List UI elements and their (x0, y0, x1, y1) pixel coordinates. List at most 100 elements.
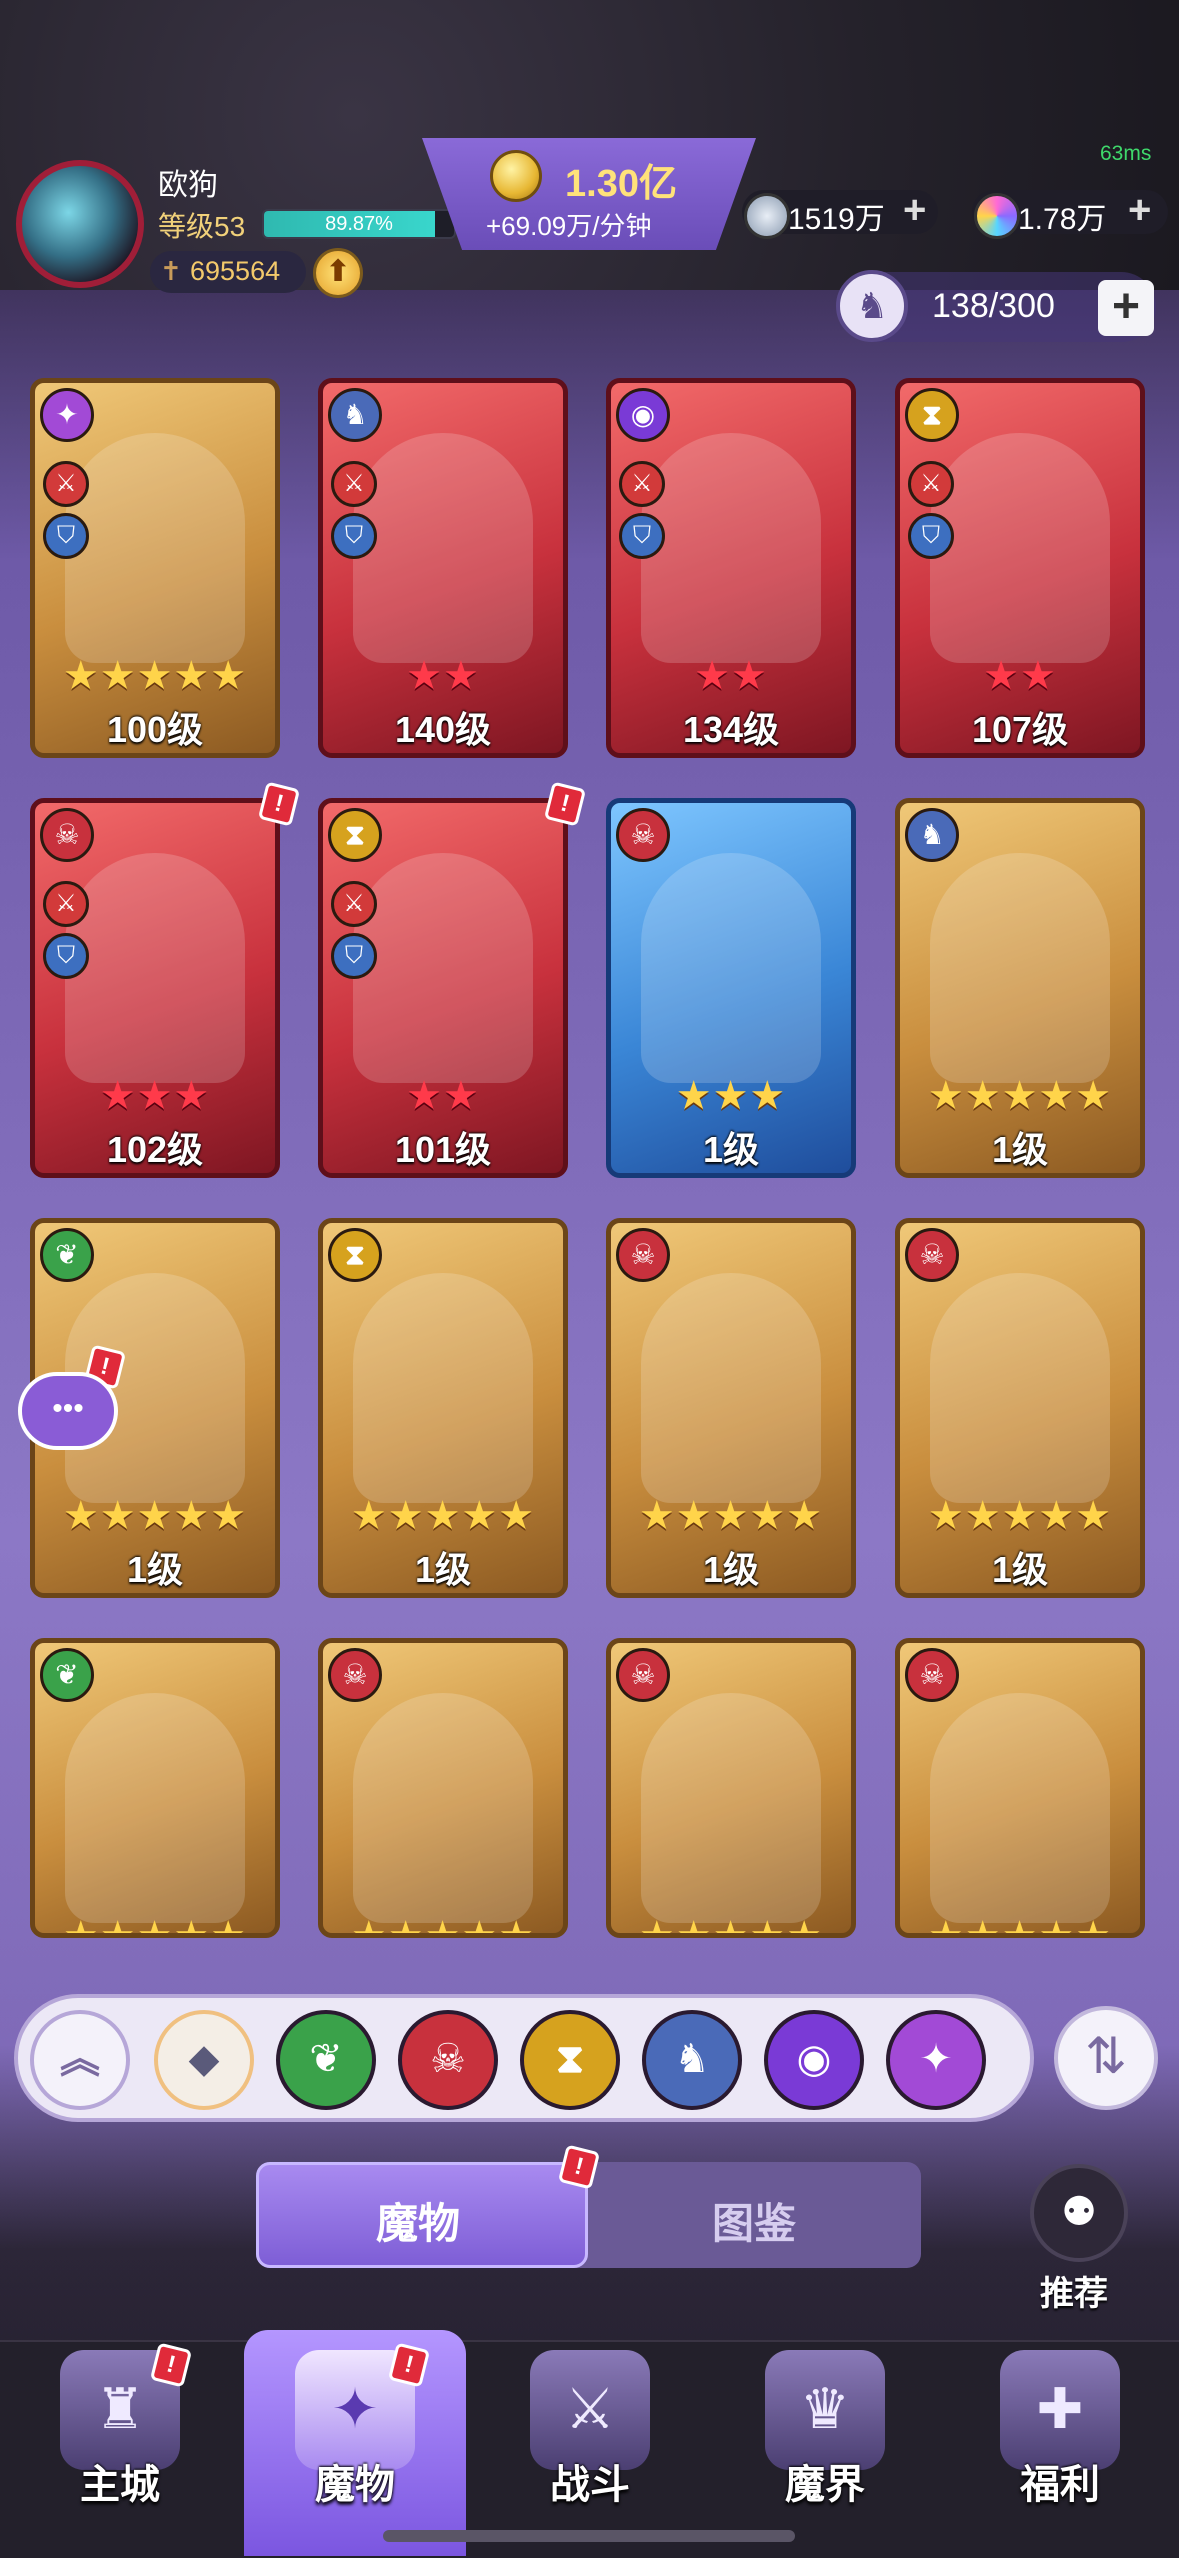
capacity-text: 138/300 (932, 287, 1055, 325)
player-avatar[interactable] (16, 160, 144, 288)
monster-level: 1级 (991, 1129, 1049, 1170)
monster-portrait (930, 853, 1110, 1083)
monster-card[interactable]: ☠ ⚔ ⛉ ★★★ 102级 (30, 798, 280, 1178)
monster-level: 134级 (682, 709, 780, 750)
time-faction-icon: ⧗ (328, 1228, 382, 1282)
monster-level: 102级 (106, 1129, 204, 1170)
nav-main-city[interactable]: 主城 (40, 2452, 200, 2510)
monster-portrait (641, 1273, 821, 1503)
monster-portrait (65, 433, 245, 663)
recommend-button[interactable]: ⚉ (1030, 2164, 1128, 2262)
attack-icon: ⚔ (43, 881, 89, 927)
monster-portrait (353, 1273, 533, 1503)
nav-welfare[interactable]: 福利 (980, 2452, 1140, 2510)
star-rating: ★★★★★ (350, 1914, 536, 1938)
monster-portrait (353, 1693, 533, 1923)
monster-card[interactable]: ⧗ ⚔ ⛉ ★★ 107级 (895, 378, 1145, 758)
player-level: 等级53 (158, 211, 246, 242)
eye-faction-icon: ◉ (616, 388, 670, 442)
nav-monsters[interactable]: 魔物 (275, 2452, 435, 2510)
demon-faction-icon: ☠ (328, 1648, 382, 1702)
monster-card[interactable]: ☠ ★★★★★ (606, 1638, 856, 1938)
shield-icon: ⛉ (619, 513, 665, 559)
monster-level: 107级 (971, 709, 1069, 750)
star-rating: ★★ (983, 654, 1057, 698)
star-rating: ★★★★★ (638, 1914, 824, 1938)
ping-label: 63ms (1100, 142, 1152, 165)
monster-card[interactable]: ☠ ★★★★★ (895, 1638, 1145, 1938)
attack-icon: ⚔ (331, 461, 377, 507)
star-rating: ★★★★★ (350, 1494, 536, 1538)
chaos-faction-icon: ✦ (40, 388, 94, 442)
shield-icon: ⛉ (908, 513, 954, 559)
attack-icon: ⚔ (331, 881, 377, 927)
capacity-add-button[interactable]: + (1098, 280, 1154, 336)
monster-card[interactable]: ☠ ★★★ 1级 (606, 798, 856, 1178)
attack-icon: ⚔ (43, 461, 89, 507)
filter-nature-button[interactable]: ❦ (276, 2010, 376, 2110)
monster-level: 140级 (394, 709, 492, 750)
monster-card[interactable]: ☠ ★★★★★ 1级 (606, 1218, 856, 1598)
filter-demon-button[interactable]: ☠ (398, 2010, 498, 2110)
nature-faction-icon: ❦ (40, 1228, 94, 1282)
filter-chaos-button[interactable]: ✦ (886, 2010, 986, 2110)
monster-card[interactable]: ♞ ⚔ ⛉ ★★ 140级 (318, 378, 568, 758)
monster-card[interactable]: ♞ ★★★★★ 1级 (895, 798, 1145, 1178)
shield-icon: ⛉ (43, 933, 89, 979)
monster-level: 1级 (702, 1129, 760, 1170)
monster-portrait (65, 1693, 245, 1923)
monster-portrait (930, 1273, 1110, 1503)
filter-all-button[interactable]: ◆ (154, 2010, 254, 2110)
monster-portrait (353, 433, 533, 663)
star-rating: ★★★ (99, 1074, 211, 1118)
tab-codex[interactable]: 图鉴 (712, 2190, 796, 2251)
monster-card[interactable]: ☠ ★★★★★ (318, 1638, 568, 1938)
monster-portrait (930, 433, 1110, 663)
demon-faction-icon: ☠ (40, 808, 94, 862)
monster-card[interactable]: ⧗ ★★★★★ 1级 (318, 1218, 568, 1598)
monster-portrait (930, 1693, 1110, 1923)
star-rating: ★★★★★ (638, 1494, 824, 1538)
nav-battle[interactable]: 战斗 (510, 2452, 670, 2510)
monster-level: 100级 (106, 709, 204, 750)
nav-demon-realm[interactable]: 魔界 (745, 2452, 905, 2510)
monster-card[interactable]: ❦ ★★★★★ (30, 1638, 280, 1938)
power-value: 695564 (190, 256, 281, 286)
monster-level: 1级 (991, 1549, 1049, 1590)
time-faction-icon: ⧗ (328, 808, 382, 862)
monster-portrait (641, 853, 821, 1083)
sort-button[interactable]: ⇅ (1054, 2006, 1158, 2110)
dragon-faction-icon: ♞ (328, 388, 382, 442)
alert-icon: ! (257, 781, 301, 827)
recommend-label: 推荐 (1040, 2275, 1108, 2313)
star-rating: ★★ (406, 1074, 480, 1118)
upgrade-arrow-button[interactable]: ⬆ (313, 248, 363, 298)
monster-card[interactable]: ⧗ ⚔ ⛉ ★★ 101级 (318, 798, 568, 1178)
filter-time-button[interactable]: ⧗ (520, 2010, 620, 2110)
filter-eye-button[interactable]: ◉ (764, 2010, 864, 2110)
currency2-add-button[interactable]: + (1128, 188, 1151, 233)
star-rating: ★★★★★ (62, 1914, 248, 1938)
collapse-up-button[interactable]: ︽ (30, 2010, 130, 2110)
monster-portrait (353, 853, 533, 1083)
monster-level: 101级 (394, 1129, 492, 1170)
attack-icon: ⚔ (908, 461, 954, 507)
shield-icon: ⛉ (43, 513, 89, 559)
gold-value: 1.30亿 (565, 163, 677, 205)
star-rating: ★★★★★ (62, 654, 248, 698)
filter-dragon-button[interactable]: ♞ (642, 2010, 742, 2110)
monster-card[interactable]: ✦ ⚔ ⛉ ★★★★★ 100级 (30, 378, 280, 758)
currency1-add-button[interactable]: + (903, 188, 926, 233)
monster-portrait (65, 853, 245, 1083)
monster-level: 1级 (126, 1549, 184, 1590)
gold-coin-icon (490, 150, 542, 202)
monster-portrait (641, 1693, 821, 1923)
tab-monsters[interactable]: 魔物 (376, 2190, 460, 2251)
nature-faction-icon: ❦ (40, 1648, 94, 1702)
chat-bubble-icon[interactable]: ••• (18, 1372, 118, 1450)
monster-portrait (641, 433, 821, 663)
monster-card[interactable]: ☠ ★★★★★ 1级 (895, 1218, 1145, 1598)
monster-card[interactable]: ◉ ⚔ ⛉ ★★ 134级 (606, 378, 856, 758)
star-rating: ★★ (694, 654, 768, 698)
monster-level: 1级 (414, 1549, 472, 1590)
